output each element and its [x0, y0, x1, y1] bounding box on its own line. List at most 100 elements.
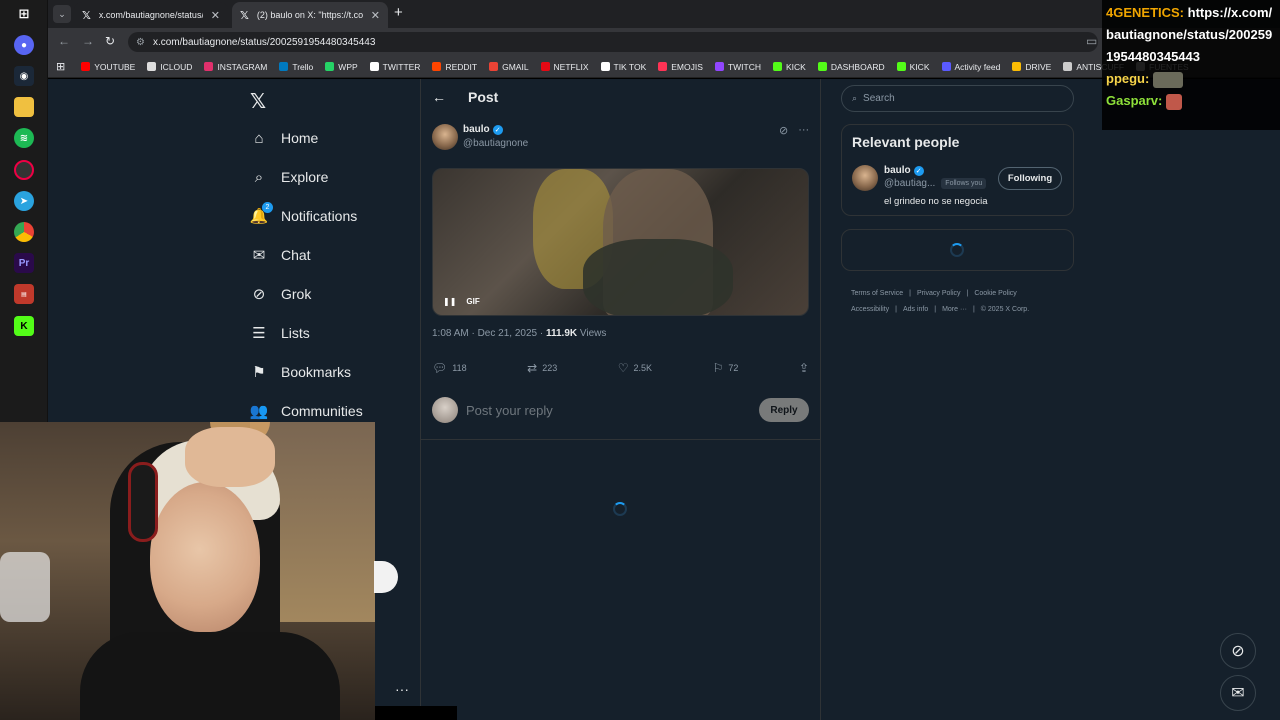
post-author[interactable]: baulo ✓ @bautiagnone — [432, 124, 528, 150]
nav-item-home[interactable]: ⌂ Home — [250, 129, 318, 147]
x-favicon-icon: 𝕏 — [82, 9, 91, 22]
bookmark-item[interactable]: ICLOUD — [147, 62, 192, 72]
nav-item-notifications[interactable]: 🔔 2 Notifications — [250, 202, 357, 225]
grok-float-icon[interactable]: ⊘ — [1220, 633, 1256, 669]
people-icon: 👥 — [249, 403, 269, 420]
bookmark-item[interactable]: TIK TOK — [600, 62, 646, 72]
pause-icon[interactable]: ❚❚ — [443, 297, 456, 306]
reply-stat-button[interactable]: 💬︎ 118 — [432, 361, 467, 375]
back-icon[interactable]: ← — [58, 34, 70, 48]
bookmark-favicon-icon — [772, 62, 782, 71]
comment-icon: 💬︎ — [432, 361, 448, 375]
chrome-icon[interactable] — [14, 222, 34, 242]
bookmark-item[interactable]: EMOJIS — [658, 62, 703, 72]
share-button[interactable]: ⇪ — [799, 361, 809, 375]
person-handle[interactable]: @bautiag... — [884, 178, 935, 189]
discord-icon[interactable]: ● — [14, 35, 34, 55]
site-settings-icon[interactable]: ⚙ — [136, 37, 145, 48]
bookmark-label: TWITCH — [727, 61, 761, 72]
bookmark-item[interactable]: KICK — [772, 62, 806, 72]
windows-start-icon[interactable]: ⊞ — [14, 4, 34, 24]
avatar[interactable] — [852, 165, 878, 191]
person-name[interactable]: baulo — [884, 165, 911, 176]
bookmark-item[interactable]: DRIVE — [1012, 62, 1051, 72]
bookmark-item[interactable]: Trello — [279, 62, 313, 72]
user-avatar[interactable] — [432, 397, 458, 423]
bookmark-stat-button[interactable]: ⚐ 72 — [713, 361, 739, 375]
kick-icon[interactable]: K — [14, 316, 34, 336]
grok-icon[interactable]: ⊘ — [779, 124, 788, 137]
forward-icon[interactable]: → — [82, 34, 94, 48]
reply-button[interactable]: Reply — [759, 398, 809, 422]
nav-item-chat[interactable]: ✉ Chat — [250, 246, 311, 264]
bookmark-item[interactable]: KICK — [896, 62, 930, 72]
bookmark-item[interactable]: INSTAGRAM — [204, 62, 267, 72]
address-bar[interactable]: ⚙ x.com/bautiagnone/status/2002591954480… — [128, 32, 1098, 52]
close-tab-icon[interactable]: ✕ — [371, 9, 380, 22]
spotify-icon[interactable]: ≋ — [14, 128, 34, 148]
author-handle[interactable]: @bautiagnone — [463, 138, 528, 149]
messages-float-icon[interactable]: ✉ — [1220, 675, 1256, 711]
author-name[interactable]: baulo — [463, 124, 490, 135]
bookmark-item[interactable]: YOUTUBE — [81, 62, 135, 72]
more-icon[interactable]: ··· — [798, 124, 809, 137]
browser-tab[interactable]: 𝕏 x.com/bautiagnone/status/2002 ✕ — [74, 2, 228, 28]
x-logo-icon[interactable]: 𝕏 — [250, 89, 266, 114]
webcam-decoration — [0, 552, 50, 622]
more-options-icon[interactable]: ··· — [395, 681, 409, 697]
tab-search-chevron-icon[interactable]: ⌄ — [53, 5, 71, 23]
bookmark-item[interactable]: WPP — [325, 62, 358, 72]
nav-item-lists[interactable]: ☰ Lists — [250, 324, 310, 342]
nav-item-communities[interactable]: 👥 Communities — [250, 402, 363, 420]
premiere-icon[interactable]: Pr — [14, 253, 34, 273]
back-arrow-icon[interactable]: ← — [432, 89, 446, 105]
avatar[interactable] — [432, 124, 458, 150]
bookmark-item[interactable]: NETFLIX — [540, 62, 589, 72]
headset-icon — [128, 462, 158, 542]
bookmark-item[interactable]: Activity feed — [941, 62, 1000, 72]
footer-link[interactable]: Cookie Policy — [974, 290, 1016, 297]
search-box[interactable]: ⌕ Search — [841, 85, 1074, 112]
app-icon[interactable]: ▤ — [14, 284, 34, 304]
footer-link[interactable]: Accessibility — [851, 306, 889, 313]
relevant-person[interactable]: baulo ✓ @bautiag... Follows you — [852, 165, 987, 191]
obs-icon[interactable] — [14, 160, 34, 180]
new-tab-button[interactable]: + — [394, 4, 403, 21]
like-stat-button[interactable]: ♡ 2.5K — [618, 361, 652, 375]
footer-link[interactable]: Terms of Service — [851, 290, 903, 297]
nav-item-grok[interactable]: ⊘ Grok — [250, 285, 312, 303]
bookmark-item[interactable]: DASHBOARD — [817, 62, 885, 72]
close-tab-icon[interactable]: ✕ — [211, 9, 220, 22]
bookmark-icon: ⚐ — [712, 361, 724, 375]
post-media-gif[interactable]: ❚❚ GIF — [432, 168, 809, 316]
post-timestamp[interactable]: 1:08 AM · Dec 21, 2025 · — [432, 328, 546, 339]
like-count: 2.5K — [633, 363, 653, 373]
bookmark-item[interactable]: REDDIT — [432, 62, 477, 72]
steam-icon[interactable]: ◉ — [14, 66, 34, 86]
bookmark-favicon-icon — [204, 62, 214, 71]
nav-item-bookmarks[interactable]: ⚑ Bookmarks — [250, 363, 351, 381]
apps-grid-icon[interactable]: ⊞ — [56, 60, 65, 73]
browser-tab-active[interactable]: 𝕏 (2) baulo on X: "https://t.co/FT ✕ — [232, 2, 388, 28]
reload-icon[interactable]: ↻ — [105, 34, 115, 48]
bookmark-favicon-icon — [600, 62, 610, 71]
bookmark-label: Trello — [292, 61, 314, 72]
bookmark-label: REDDIT — [445, 61, 478, 72]
extension-icon[interactable]: ▭ — [1086, 34, 1097, 48]
telegram-icon[interactable]: ➤ — [14, 191, 34, 211]
relevant-people-panel: Relevant people baulo ✓ @bautiag... Follow… — [841, 124, 1074, 216]
bookmark-item[interactable]: TWITCH — [714, 61, 761, 72]
repost-stat-button[interactable]: ⇄ 223 — [527, 361, 557, 375]
nav-item-explore[interactable]: ⌕ Explore — [250, 168, 329, 186]
footer-link[interactable]: More ··· — [942, 306, 967, 313]
bookmark-item[interactable]: TWITTER — [369, 62, 420, 72]
footer-link[interactable]: Privacy Policy — [917, 290, 961, 297]
following-button[interactable]: Following — [998, 167, 1062, 190]
bookmark-item[interactable]: GMAIL — [489, 62, 529, 72]
reply-input[interactable]: Post your reply — [466, 403, 759, 418]
search-input[interactable]: Search — [863, 93, 895, 104]
footer-link[interactable]: © 2025 X Corp. — [981, 306, 1029, 313]
footer-link[interactable]: Ads info — [903, 306, 928, 313]
folder-icon[interactable] — [14, 97, 34, 117]
footer-separator: | — [895, 306, 897, 313]
